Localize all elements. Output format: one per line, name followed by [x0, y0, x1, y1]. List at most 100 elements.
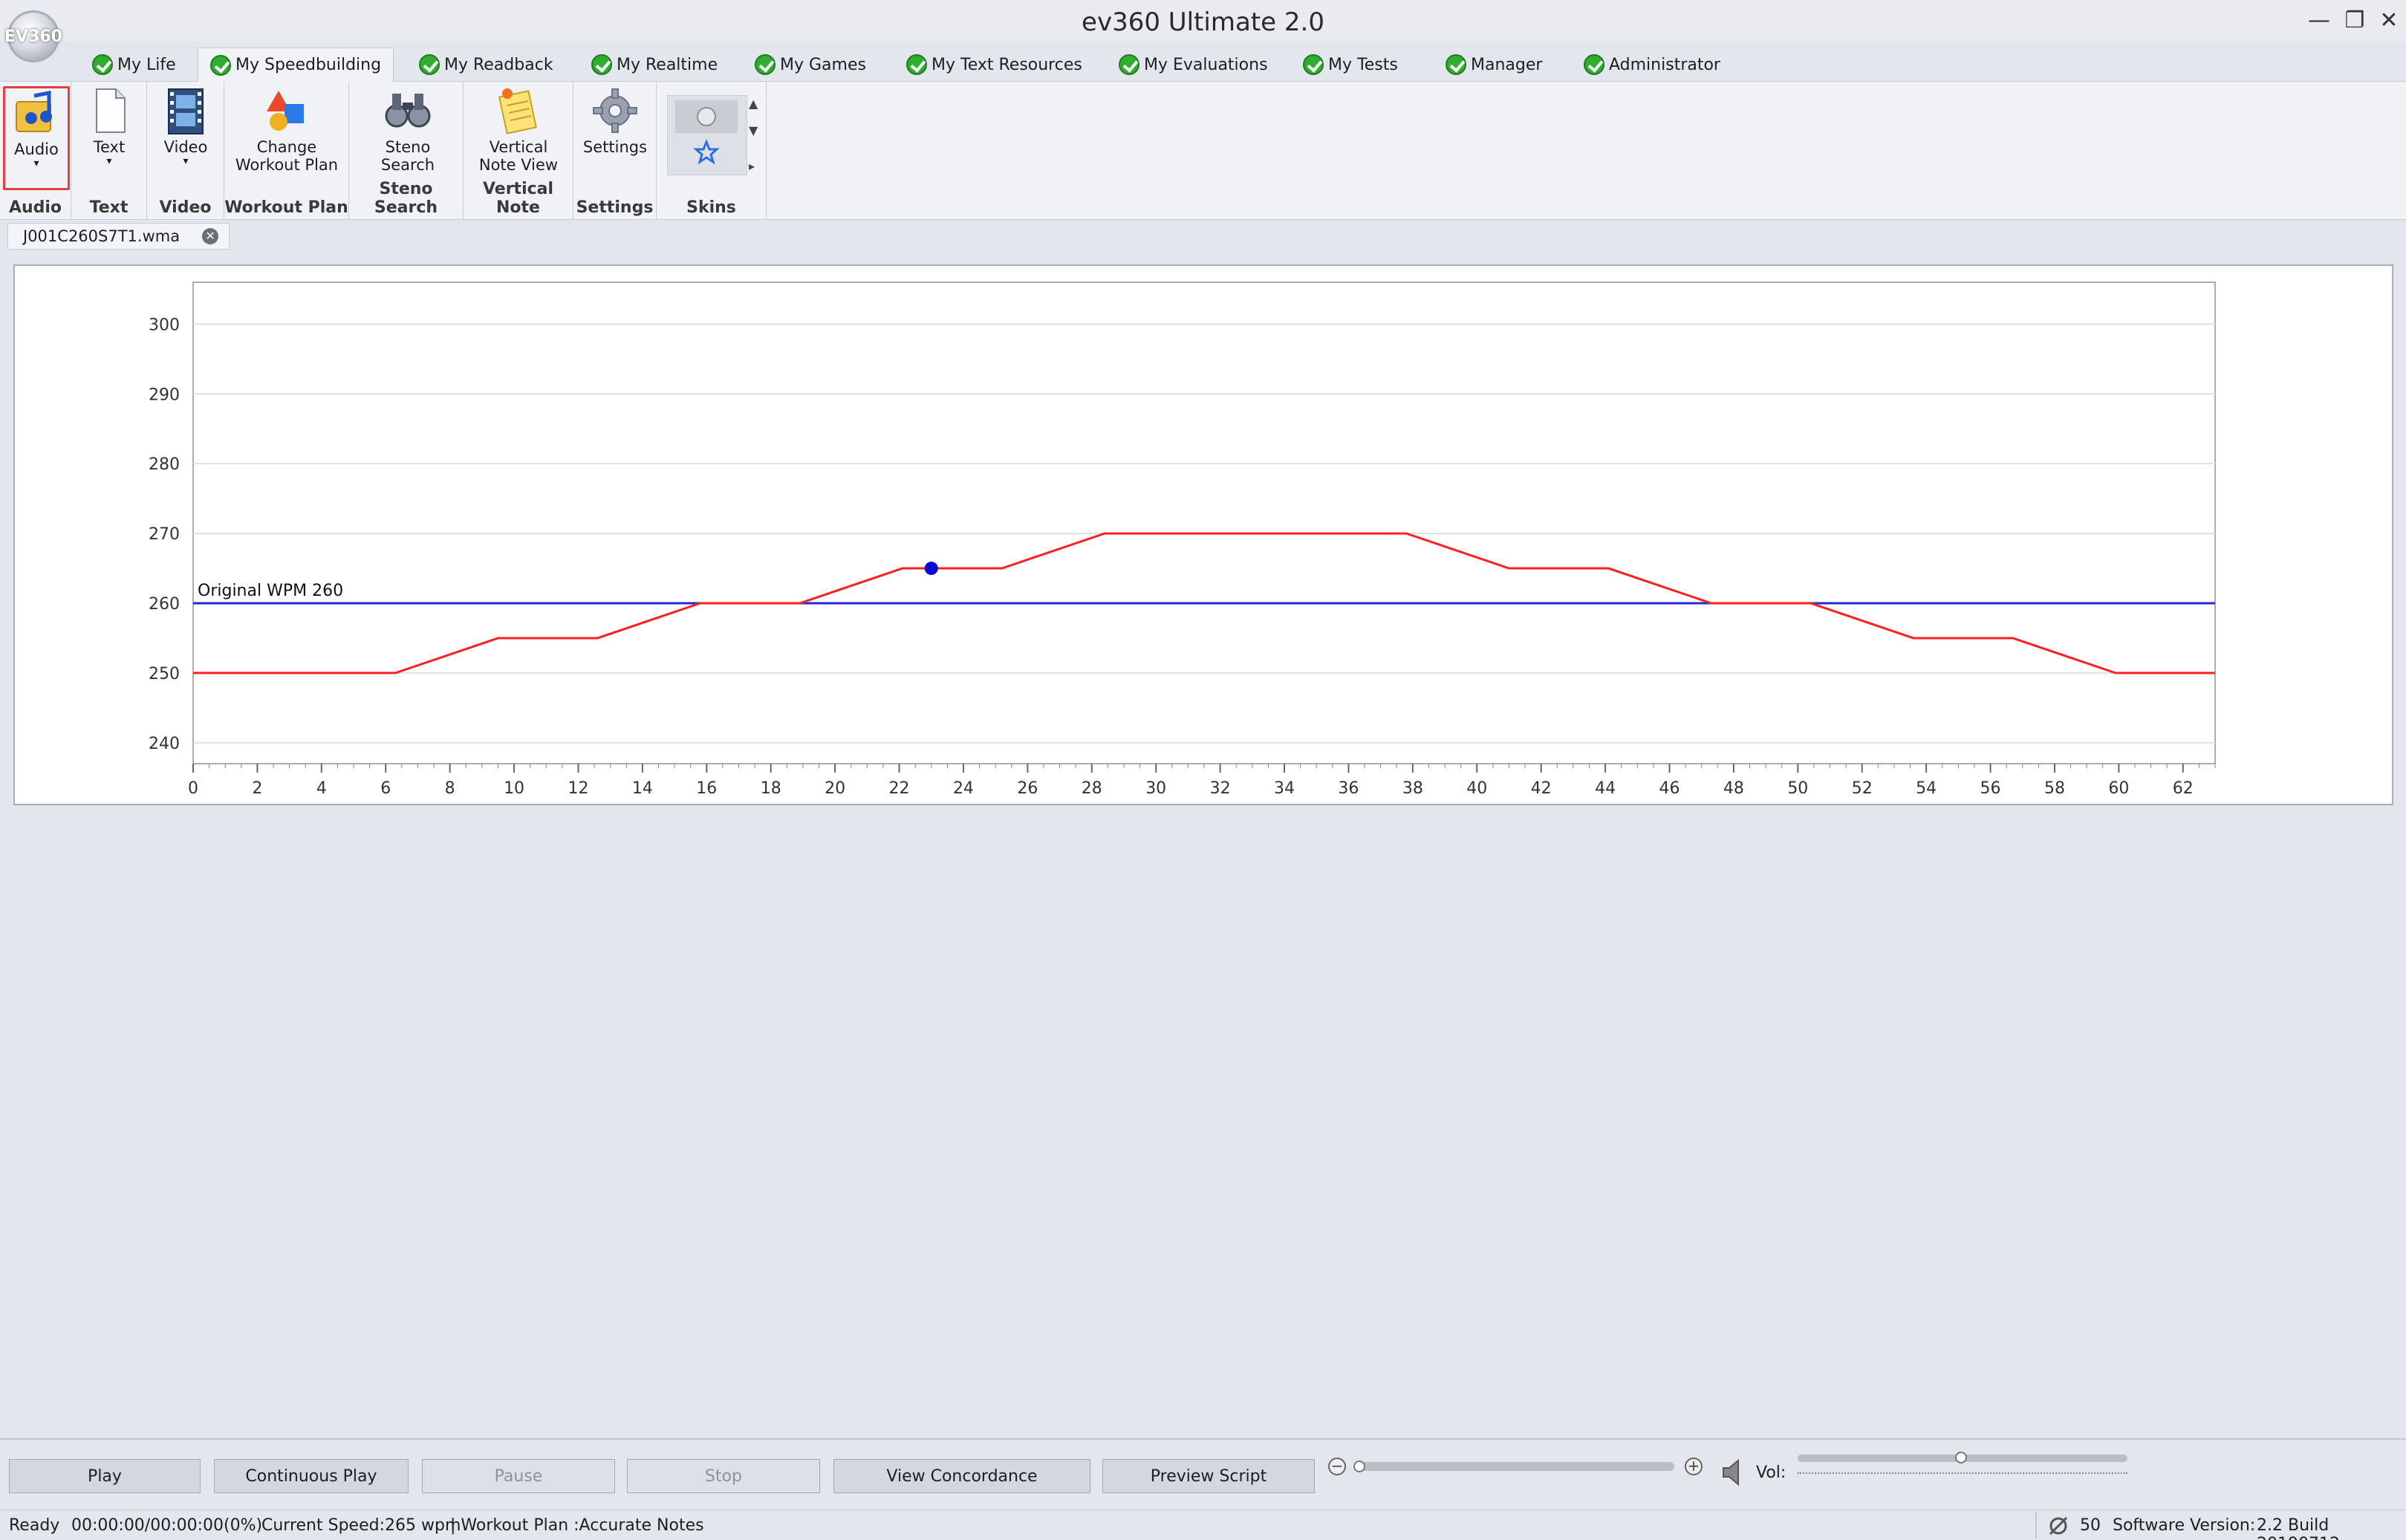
x-tick-label: 26	[1017, 779, 1038, 798]
check-icon	[755, 54, 776, 75]
skin-gallery[interactable]	[667, 95, 747, 175]
change-workout-plan-button[interactable]: Change Workout Plan	[227, 86, 346, 174]
window-title: ev360 Ultimate 2.0	[1082, 7, 1324, 37]
x-tick-label: 6	[380, 779, 391, 798]
pause-button[interactable]: Pause	[422, 1459, 615, 1493]
status-time: 00:00:00/00:00:00(0%)	[71, 1516, 263, 1535]
position-marker	[924, 562, 938, 576]
x-tick-label: 44	[1595, 779, 1616, 798]
tab-my-speedbuilding[interactable]: My Speedbuilding	[198, 48, 394, 82]
y-tick-label: 290	[149, 386, 180, 404]
play-button[interactable]: Play	[9, 1459, 201, 1493]
gallery-expand-icon[interactable]: ▸	[749, 159, 755, 173]
x-tick-label: 60	[2108, 779, 2129, 798]
check-icon	[1119, 54, 1139, 75]
volume-tick-marks	[1798, 1468, 2127, 1474]
y-tick-label: 240	[149, 735, 180, 753]
y-tick-label: 250	[149, 665, 180, 683]
title-bar: ev360 Ultimate 2.0 — ❐ ✕	[0, 0, 2406, 42]
check-icon	[1584, 54, 1604, 75]
speaker-icon[interactable]	[1719, 1458, 1749, 1487]
x-tick-label: 56	[1980, 779, 2001, 798]
audio-button[interactable]: Audio ▾	[3, 86, 70, 190]
volume-label: Vol:	[1756, 1463, 1786, 1482]
text-button[interactable]: Text ▾	[79, 86, 140, 166]
tab-label: My Realtime	[617, 55, 718, 74]
ribbon-group-workout-plan: Change Workout Plan Workout Plan	[224, 82, 349, 220]
x-tick-label: 4	[316, 779, 327, 798]
x-tick-label: 36	[1338, 779, 1359, 798]
tab-my-evaluations[interactable]: My Evaluations	[1107, 48, 1280, 82]
x-tick-label: 24	[953, 779, 974, 798]
tab-manager[interactable]: Manager	[1434, 48, 1554, 82]
continuous-play-button[interactable]: Continuous Play	[214, 1459, 409, 1493]
close-button[interactable]: ✕	[2373, 4, 2405, 37]
connection-icon	[2047, 1515, 2070, 1537]
y-tick-label: 260	[149, 595, 180, 614]
dropdown-arrow-icon: ▾	[33, 157, 39, 169]
stop-button[interactable]: Stop	[627, 1459, 820, 1493]
tab-administrator[interactable]: Administrator	[1572, 48, 1732, 82]
gallery-scroll-down-icon[interactable]: ▼	[749, 123, 758, 137]
close-tab-icon[interactable]: ✕	[202, 228, 219, 244]
shapes-icon	[262, 86, 311, 135]
x-tick-label: 28	[1082, 779, 1102, 798]
ribbon-group-label-vertical-note: Vertical Note	[482, 180, 554, 217]
preview-script-button[interactable]: Preview Script	[1102, 1459, 1315, 1493]
change-workout-plan-label-line1: Change	[256, 138, 317, 156]
notepad-icon	[494, 86, 543, 135]
x-tick-label: 58	[2044, 779, 2065, 798]
tab-my-tests[interactable]: My Tests	[1291, 48, 1410, 82]
tab-my-readback[interactable]: My Readback	[407, 48, 565, 82]
video-button[interactable]: Video ▾	[155, 86, 217, 166]
skin-item-default[interactable]	[675, 100, 738, 133]
speed-increase-icon[interactable]: +	[1685, 1458, 1703, 1475]
speed-decrease-icon[interactable]: −	[1328, 1458, 1346, 1475]
x-tick-label: 62	[2173, 779, 2194, 798]
steno-search-button[interactable]: Steno Search	[374, 86, 441, 174]
app-logo-icon[interactable]: EV360	[4, 10, 62, 62]
speed-slider-knob[interactable]	[1353, 1461, 1365, 1472]
x-tick-label: 52	[1852, 779, 1873, 798]
ribbon-group-label-video: Video	[159, 198, 212, 217]
x-tick-label: 20	[825, 779, 845, 798]
speed-slider[interactable]	[1353, 1462, 1674, 1471]
binoculars-icon	[383, 86, 432, 135]
x-tick-label: 2	[252, 779, 262, 798]
y-tick-label: 300	[149, 316, 180, 334]
x-tick-label: 14	[632, 779, 653, 798]
gallery-scroll-up-icon[interactable]: ▲	[749, 97, 758, 111]
vertical-note-view-label-line1: Vertical	[489, 138, 548, 156]
skin-item-star[interactable]	[675, 136, 738, 169]
settings-button[interactable]: Settings	[581, 86, 649, 156]
tab-label: Administrator	[1609, 55, 1720, 74]
settings-button-label: Settings	[582, 138, 648, 156]
x-tick-label: 32	[1210, 779, 1231, 798]
volume-slider-knob[interactable]	[1955, 1452, 1967, 1463]
dropdown-arrow-icon: ▾	[183, 155, 189, 167]
tab-my-text-resources[interactable]: My Text Resources	[894, 48, 1094, 82]
tab-my-life[interactable]: My Life	[80, 48, 188, 82]
tab-my-realtime[interactable]: My Realtime	[579, 48, 729, 82]
ribbon-group-vertical-note: Vertical Note View Vertical Note	[464, 82, 573, 220]
status-current-speed: Current Speed:265 wpm	[261, 1516, 461, 1535]
x-tick-label: 18	[761, 779, 781, 798]
status-bar: Ready 00:00:00/00:00:00(0%) Current Spee…	[0, 1510, 2406, 1540]
document-tab[interactable]: J001C260S7T1.wma ✕	[7, 223, 230, 250]
view-concordance-button[interactable]: View Concordance	[833, 1459, 1090, 1493]
star-icon	[693, 138, 720, 165]
status-ready: Ready	[9, 1516, 60, 1535]
minimize-button[interactable]: —	[2303, 4, 2335, 37]
ribbon-group-label-steno-search: Steno Search	[374, 180, 438, 217]
vertical-note-view-button[interactable]: Vertical Note View	[474, 86, 563, 174]
x-tick-label: 40	[1466, 779, 1487, 798]
tab-my-games[interactable]: My Games	[743, 48, 878, 82]
x-tick-label: 54	[1916, 779, 1937, 798]
x-tick-label: 42	[1531, 779, 1552, 798]
status-divider	[2035, 1512, 2037, 1539]
restore-button[interactable]: ❐	[2338, 4, 2371, 37]
x-tick-label: 12	[568, 779, 588, 798]
x-tick-label: 48	[1723, 779, 1744, 798]
ribbon-group-label-text: Text	[89, 198, 129, 217]
x-tick-label: 30	[1145, 779, 1166, 798]
